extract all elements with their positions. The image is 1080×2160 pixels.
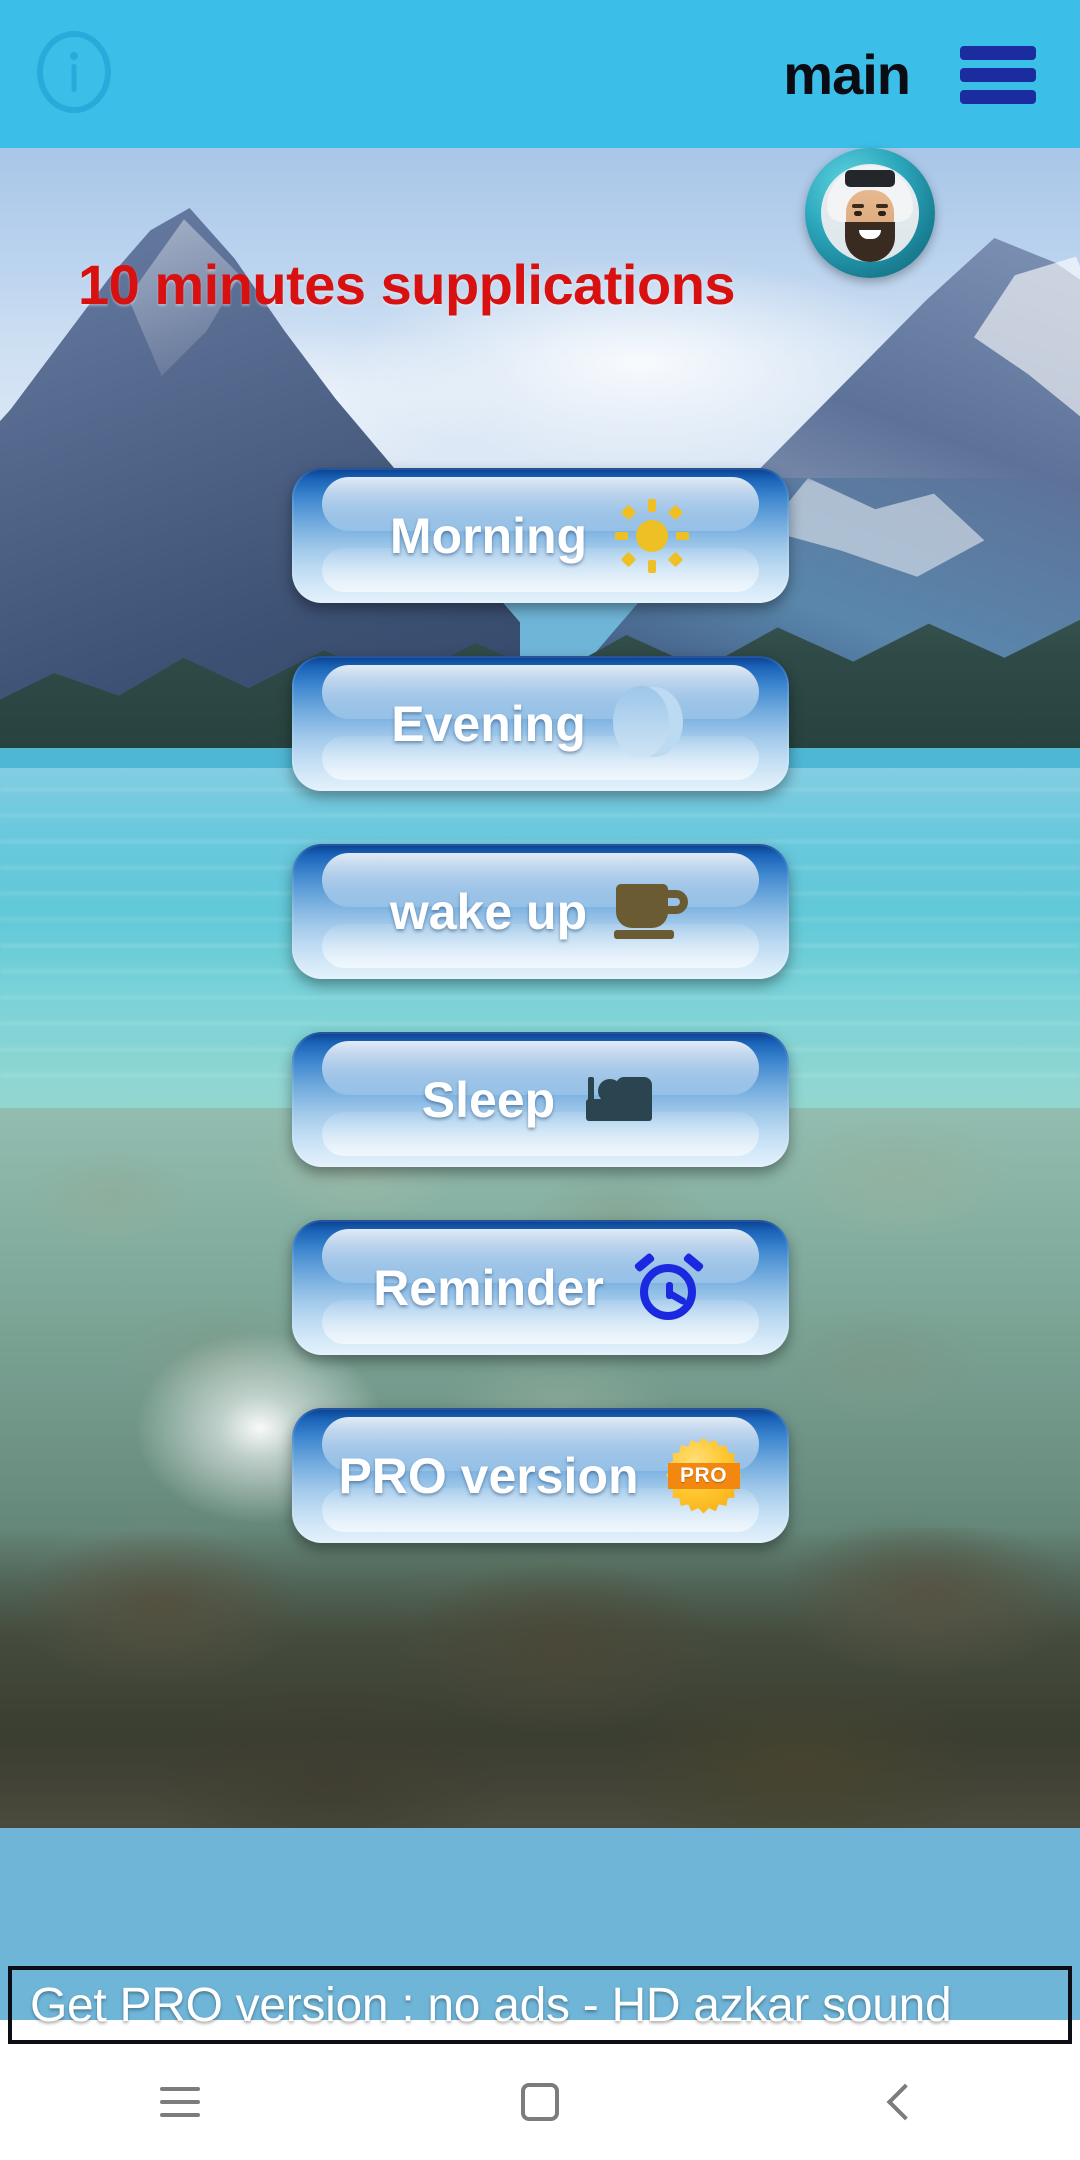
back-icon[interactable]	[840, 2044, 960, 2160]
button-label: wake up	[389, 883, 588, 940]
avatar-brow-right	[876, 204, 888, 208]
button-wake-up[interactable]: wake up	[292, 844, 789, 979]
avatar-eye-left	[854, 211, 862, 216]
app-bar-title: main	[783, 42, 911, 106]
pro-badge-text: PRO	[680, 1463, 728, 1487]
coffee-cup-icon	[613, 873, 691, 951]
page-title: 10 minutes supplications	[78, 253, 736, 316]
recents-icon[interactable]	[120, 2044, 240, 2160]
hamburger-menu-icon[interactable]	[960, 46, 1036, 104]
avatar-beard	[845, 222, 895, 262]
ad-banner[interactable]: Get PRO version : no ads - HD azkar soun…	[8, 1966, 1072, 2044]
button-morning[interactable]: Morning	[292, 468, 789, 603]
avatar-eye-right	[878, 211, 886, 216]
alarm-clock-icon	[630, 1249, 708, 1327]
button-reminder[interactable]: Reminder	[292, 1220, 789, 1355]
bed-icon	[581, 1061, 659, 1139]
button-evening[interactable]: Evening	[292, 656, 789, 791]
reciter-avatar[interactable]	[805, 148, 935, 278]
crescent-moon-icon	[612, 685, 690, 763]
avatar-brow-left	[852, 204, 864, 208]
dark-rocks-foreground	[0, 1528, 1080, 1828]
avatar-portrait	[821, 164, 919, 262]
pro-badge-icon: PRO	[665, 1437, 743, 1515]
button-label: Morning	[389, 507, 588, 564]
home-icon[interactable]	[480, 2044, 600, 2160]
menu-line	[960, 90, 1036, 104]
menu-line	[960, 46, 1036, 60]
button-label: Reminder	[373, 1259, 604, 1316]
avatar-headband	[845, 170, 895, 187]
app-bar: main	[0, 0, 1080, 148]
menu-line	[960, 68, 1036, 82]
button-label: PRO version	[338, 1447, 639, 1504]
button-label: Sleep	[421, 1071, 556, 1128]
ad-banner-text: Get PRO version : no ads - HD azkar soun…	[30, 1978, 952, 2032]
sun-icon	[613, 497, 691, 575]
info-circle-icon[interactable]	[32, 30, 116, 114]
button-label: Evening	[391, 695, 586, 752]
button-sleep[interactable]: Sleep	[292, 1032, 789, 1167]
system-navigation-bar	[0, 2044, 1080, 2160]
button-pro-version[interactable]: PRO version PRO	[292, 1408, 789, 1543]
